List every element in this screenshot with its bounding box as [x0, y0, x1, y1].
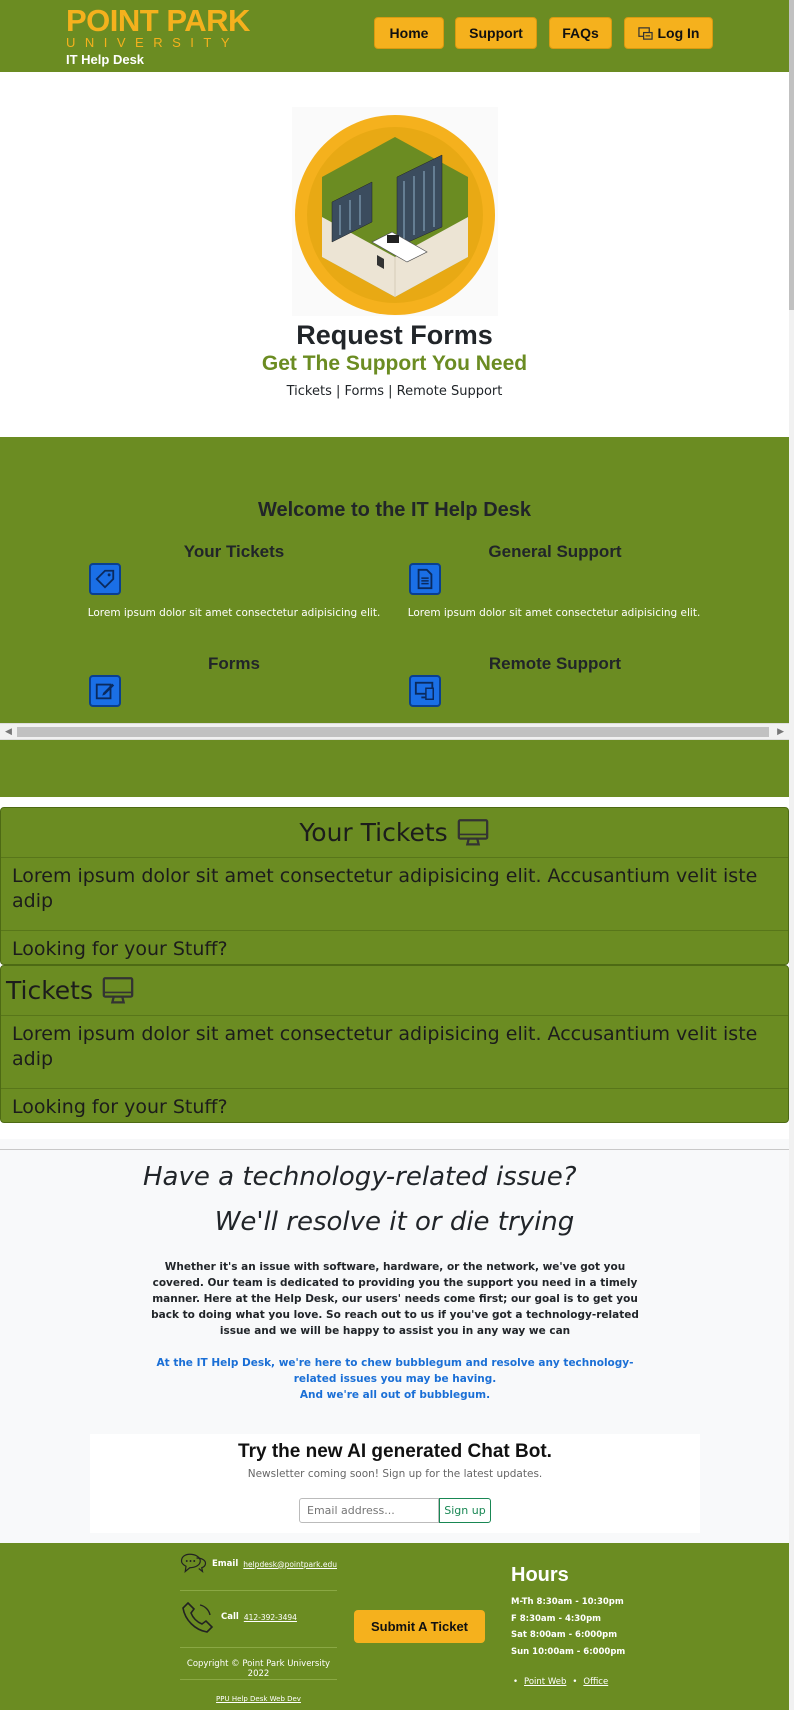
university-logo[interactable]: POINT PARK UNIVERSITY IT Help Desk: [66, 5, 250, 68]
tickets-card: Your Tickets Lorem ipsum dolor sit amet …: [0, 807, 789, 965]
issue-subheading: We'll resolve it or die trying: [214, 1207, 575, 1237]
hero-title: Request Forms: [296, 320, 493, 350]
card-header[interactable]: Tickets: [1, 966, 788, 1016]
page-scrollbar-thumb[interactable]: [789, 0, 794, 310]
nav-faqs-button[interactable]: FAQs: [549, 17, 612, 49]
chatbot-signup: Try the new AI generated Chat Bot. Newsl…: [90, 1434, 700, 1533]
nav-login-button[interactable]: Log In: [624, 17, 713, 49]
nav-home-button[interactable]: Home: [374, 17, 444, 49]
login-icon: [637, 26, 653, 40]
hours-title: Hours: [511, 1564, 569, 1586]
tickets-card-secondary: Tickets Lorem ipsum dolor sit amet conse…: [0, 965, 789, 1123]
email-input[interactable]: [299, 1498, 439, 1523]
card-header-title: Tickets: [6, 976, 93, 1005]
nav-support-button[interactable]: Support: [455, 17, 537, 49]
logo-subtitle: UNIVERSITY: [66, 35, 240, 50]
hours-line: Sun 10:00am - 6:000pm: [511, 1647, 626, 1657]
monitor-icon: [457, 818, 488, 845]
welcome-title: Welcome to the IT Help Desk: [257, 499, 532, 521]
document-icon: [409, 563, 441, 595]
card-header[interactable]: Your Tickets: [1, 808, 788, 858]
feature-title-forms: Forms: [208, 654, 260, 673]
chat-bubbles-icon: [180, 1553, 207, 1573]
bullet: •: [572, 1677, 578, 1687]
card-header-title: Your Tickets: [299, 818, 448, 847]
section-divider: [0, 1149, 789, 1150]
issue-paragraph: Whether it's an issue with software, har…: [151, 1261, 639, 1337]
feature-title-general-support: General Support: [488, 542, 622, 561]
office-link[interactable]: Office: [583, 1677, 608, 1687]
call-label: Call: [221, 1612, 239, 1622]
scroll-right-arrow-icon[interactable]: ▶: [777, 727, 784, 737]
tagline-line-1: At the IT Help Desk, we're here to chew …: [156, 1357, 634, 1385]
footer: Email helpdesk@pointpark.edu Call 412-39…: [0, 1543, 789, 1710]
footer-email: Email helpdesk@pointpark.edu: [180, 1546, 337, 1582]
hours-line: M-Th 8:30am - 10:30pm: [511, 1597, 624, 1607]
submit-ticket-button[interactable]: Submit A Ticket: [354, 1610, 485, 1643]
scroll-left-arrow-icon[interactable]: ◀: [5, 727, 12, 737]
monitor-icon: [102, 976, 134, 1003]
tag-icon: [89, 563, 121, 595]
chatbot-subtitle: Newsletter coming soon! Sign up for the …: [247, 1468, 543, 1480]
card-body: Lorem ipsum dolor sit amet consectetur a…: [1, 1016, 788, 1089]
welcome-section: Welcome to the IT Help Desk Your Tickets…: [0, 437, 789, 797]
footer-divider: [180, 1590, 337, 1591]
copyright: Copyright © Point Park University 2022: [186, 1659, 331, 1679]
logo-wordmark: POINT PARK: [66, 3, 250, 38]
hero-links[interactable]: Tickets | Forms | Remote Support: [0, 384, 789, 399]
dev-link[interactable]: PPU Help Desk Web Dev: [180, 1695, 337, 1703]
edit-icon: [89, 675, 121, 707]
page-scrollbar[interactable]: [789, 0, 794, 1710]
phone-icon: [182, 1601, 214, 1633]
nav-support-label: Support: [469, 25, 523, 41]
footer-links: • Point Web • Office: [513, 1677, 608, 1687]
hours-line: F 8:30am - 4:30pm: [511, 1614, 602, 1624]
nav-faqs-label: FAQs: [562, 25, 599, 41]
horizontal-scrollbar[interactable]: ◀ ▶: [0, 723, 789, 740]
phone-link[interactable]: 412-392-3494: [244, 1613, 297, 1622]
email-link[interactable]: helpdesk@pointpark.edu: [243, 1560, 337, 1569]
card-body: Lorem ipsum dolor sit amet consectetur a…: [1, 858, 788, 931]
nav-home-label: Home: [389, 25, 429, 41]
issue-heading: Have a technology-related issue?: [143, 1162, 577, 1192]
email-label: Email: [212, 1559, 239, 1569]
feature-text-general-support: Lorem ipsum dolor sit amet consectetur a…: [407, 607, 701, 619]
chatbot-title: Try the new AI generated Chat Bot.: [238, 1441, 552, 1462]
feature-text-your-tickets: Lorem ipsum dolor sit amet consectetur a…: [87, 607, 381, 619]
nav-login-label: Log In: [657, 25, 700, 41]
footer-call: Call 412-392-3494: [180, 1599, 337, 1635]
bullet: •: [513, 1677, 519, 1687]
issue-tagline: At the IT Help Desk, we're here to chew …: [145, 1355, 645, 1403]
tagline-line-2: And we're all out of bubblegum.: [299, 1389, 491, 1401]
devices-icon: [409, 675, 441, 707]
horizontal-scrollbar-thumb[interactable]: [17, 727, 769, 737]
footer-divider: [180, 1647, 337, 1648]
navbar: POINT PARK UNIVERSITY IT Help Desk Home …: [0, 0, 789, 72]
footer-divider: [180, 1679, 337, 1680]
feature-title-remote-support: Remote Support: [488, 654, 622, 673]
hero-subtitle: Get The Support You Need: [261, 352, 528, 375]
point-web-link[interactable]: Point Web: [524, 1677, 566, 1687]
card-footer[interactable]: Looking for your Stuff?: [1, 1089, 788, 1125]
hours-line: Sat 8:00am - 6:000pm: [511, 1630, 618, 1640]
signup-button[interactable]: Sign up: [439, 1498, 491, 1523]
server-room-illustration: [292, 107, 498, 316]
feature-title-your-tickets: Your Tickets: [183, 542, 285, 561]
site-name: IT Help Desk: [66, 52, 145, 67]
card-footer[interactable]: Looking for your Stuff?: [1, 931, 788, 967]
